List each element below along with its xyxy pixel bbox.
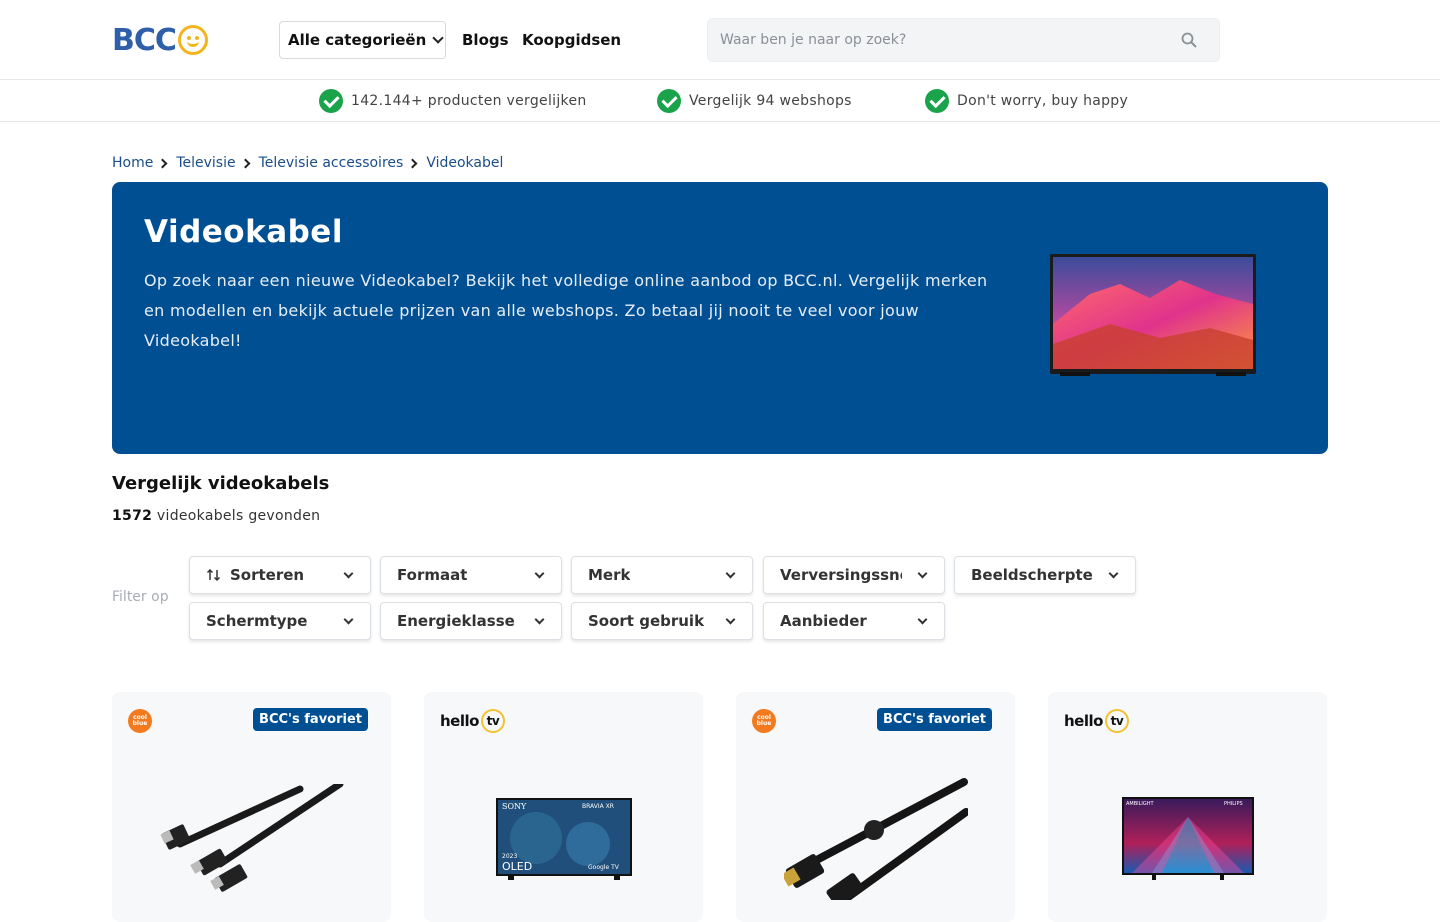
result-count: 1572 videokabels gevonden [112,508,320,524]
chevron-down-icon [917,568,928,579]
site-header: BCC Alle categorieën Blogs Koopgidsen [0,0,1440,80]
hellotv-logo-text: hello [1064,712,1103,730]
filter-label-merk: Merk [588,566,631,584]
tv-feature-text: AMBILIGHT [1126,801,1155,807]
chevron-down-icon [917,614,928,625]
nav-koopgidsen-link[interactable]: Koopgidsen [522,31,621,49]
hellotv-logo-text: hello [440,712,479,730]
sort-dropdown[interactable]: Sorteren [189,556,371,594]
filter-aanbieder[interactable]: Aanbieder [763,602,945,640]
tv-oled-text: OLED [502,860,532,873]
tv-model-text: BRAVIA XR [582,803,614,810]
hellotv-logo: hello tv [1064,709,1129,733]
filter-soort-gebruik[interactable]: Soort gebruik [571,602,753,640]
tv-image [1050,254,1256,376]
filter-label-schermtype: Schermtype [206,612,308,630]
sony-oled-tv-image: SONY BRAVIA XR 2023 OLED Google TV [496,798,632,880]
product-card[interactable]: hello tv SONY BRAVIA XR 2023 OLED Google … [424,692,703,922]
product-card[interactable]: cool blue BCC's favoriet [736,692,1015,922]
hero-description: Op zoek naar een nieuwe Videokabel? Beki… [144,271,988,350]
category-hero: Videokabel Op zoek naar een nieuwe Video… [112,182,1328,454]
logo-text: BCC [112,22,177,58]
tv-brand-text: SONY [502,802,527,811]
page-title: Videokabel [144,214,343,250]
filter-beeldscherpte[interactable]: Beeldscherpte [954,556,1136,594]
filter-formaat[interactable]: Formaat [380,556,562,594]
sort-icon [206,568,221,582]
chevron-down-icon [725,614,736,625]
section-title: Vergelijk videokabels [112,473,330,494]
breadcrumb: Home Televisie Televisie accessoires Vid… [112,155,503,171]
filter-label: Filter op [112,589,169,605]
product-card[interactable]: cool blue BCC's favoriet [112,692,391,922]
chevron-down-icon [343,614,354,625]
filter-label-aanbieder: Aanbieder [780,612,867,630]
breadcrumb-televisie-accessoires[interactable]: Televisie accessoires [259,155,404,171]
chevron-down-icon [534,568,545,579]
hellotv-logo-tv: tv [480,709,505,733]
all-categories-button[interactable]: Alle categorieën [279,21,446,59]
filter-merk[interactable]: Merk [571,556,753,594]
usp-text: 142.144+ producten vergelijken [351,93,587,109]
coolblue-logo: cool blue [752,709,776,733]
chevron-down-icon [432,32,444,44]
chevron-down-icon [534,614,545,625]
usp-text: Don't worry, buy happy [957,93,1129,109]
usp-bar: 142.144+ producten vergelijken Vergelijk… [0,81,1440,122]
smiley-icon [177,25,208,55]
tv-year-text: 2023 [502,853,517,860]
filter-label-sorteren: Sorteren [230,566,305,584]
chevron-down-icon [1108,568,1119,579]
search-bar [707,18,1220,62]
all-categories-label: Alle categorieën [288,31,427,49]
nav-blogs-link[interactable]: Blogs [462,31,509,49]
usp-text: Vergelijk 94 webshops [689,93,852,109]
breadcrumb-televisie[interactable]: Televisie [176,155,235,171]
chevron-down-icon [725,568,736,579]
hdmi-cable-image [160,784,344,892]
hellotv-logo-tv: tv [1104,709,1129,733]
bcc-logo[interactable]: BCC [112,22,240,58]
usp-item: Don't worry, buy happy [925,89,1128,113]
displayport-cable-image [784,778,968,900]
filter-energieklasse[interactable]: Energieklasse [380,602,562,640]
philips-ambilight-tv-image: AMBILIGHT PHILIPS [1122,797,1254,880]
hellotv-logo: hello tv [440,709,505,733]
filter-label-soort-gebruik: Soort gebruik [588,612,705,630]
breadcrumb-home[interactable]: Home [112,155,153,171]
chevron-down-icon [343,568,354,579]
check-icon [657,89,681,113]
chevron-right-icon [157,158,168,168]
check-icon [925,89,949,113]
usp-item: 142.144+ producten vergelijken [319,89,587,113]
favorite-badge: BCC's favoriet [253,708,368,731]
filter-label-verversingssnelheid: Verversingssnelheid [780,566,902,584]
search-icon[interactable] [1181,32,1197,48]
filter-label-formaat: Formaat [397,566,468,584]
tv-brand-text: PHILIPS [1224,801,1243,807]
breadcrumb-videokabel[interactable]: Videokabel [426,155,503,171]
result-count-suffix: videokabels gevonden [152,508,321,524]
product-card[interactable]: hello tv AMBILIGHT PHILIPS [1048,692,1327,922]
filter-label-beeldscherpte: Beeldscherpte [971,566,1093,584]
filter-verversingssnelheid[interactable]: Verversingssnelheid [763,556,945,594]
filter-label-energieklasse: Energieklasse [397,612,515,630]
tv-os-text: Google TV [588,864,620,871]
filter-schermtype[interactable]: Schermtype [189,602,371,640]
coolblue-logo: cool blue [128,709,152,733]
check-icon [319,89,343,113]
result-count-number: 1572 [112,508,153,524]
search-input[interactable] [708,19,1148,61]
favorite-badge: BCC's favoriet [877,708,992,731]
chevron-right-icon [407,158,418,168]
usp-item: Vergelijk 94 webshops [657,89,852,113]
chevron-right-icon [240,158,251,168]
